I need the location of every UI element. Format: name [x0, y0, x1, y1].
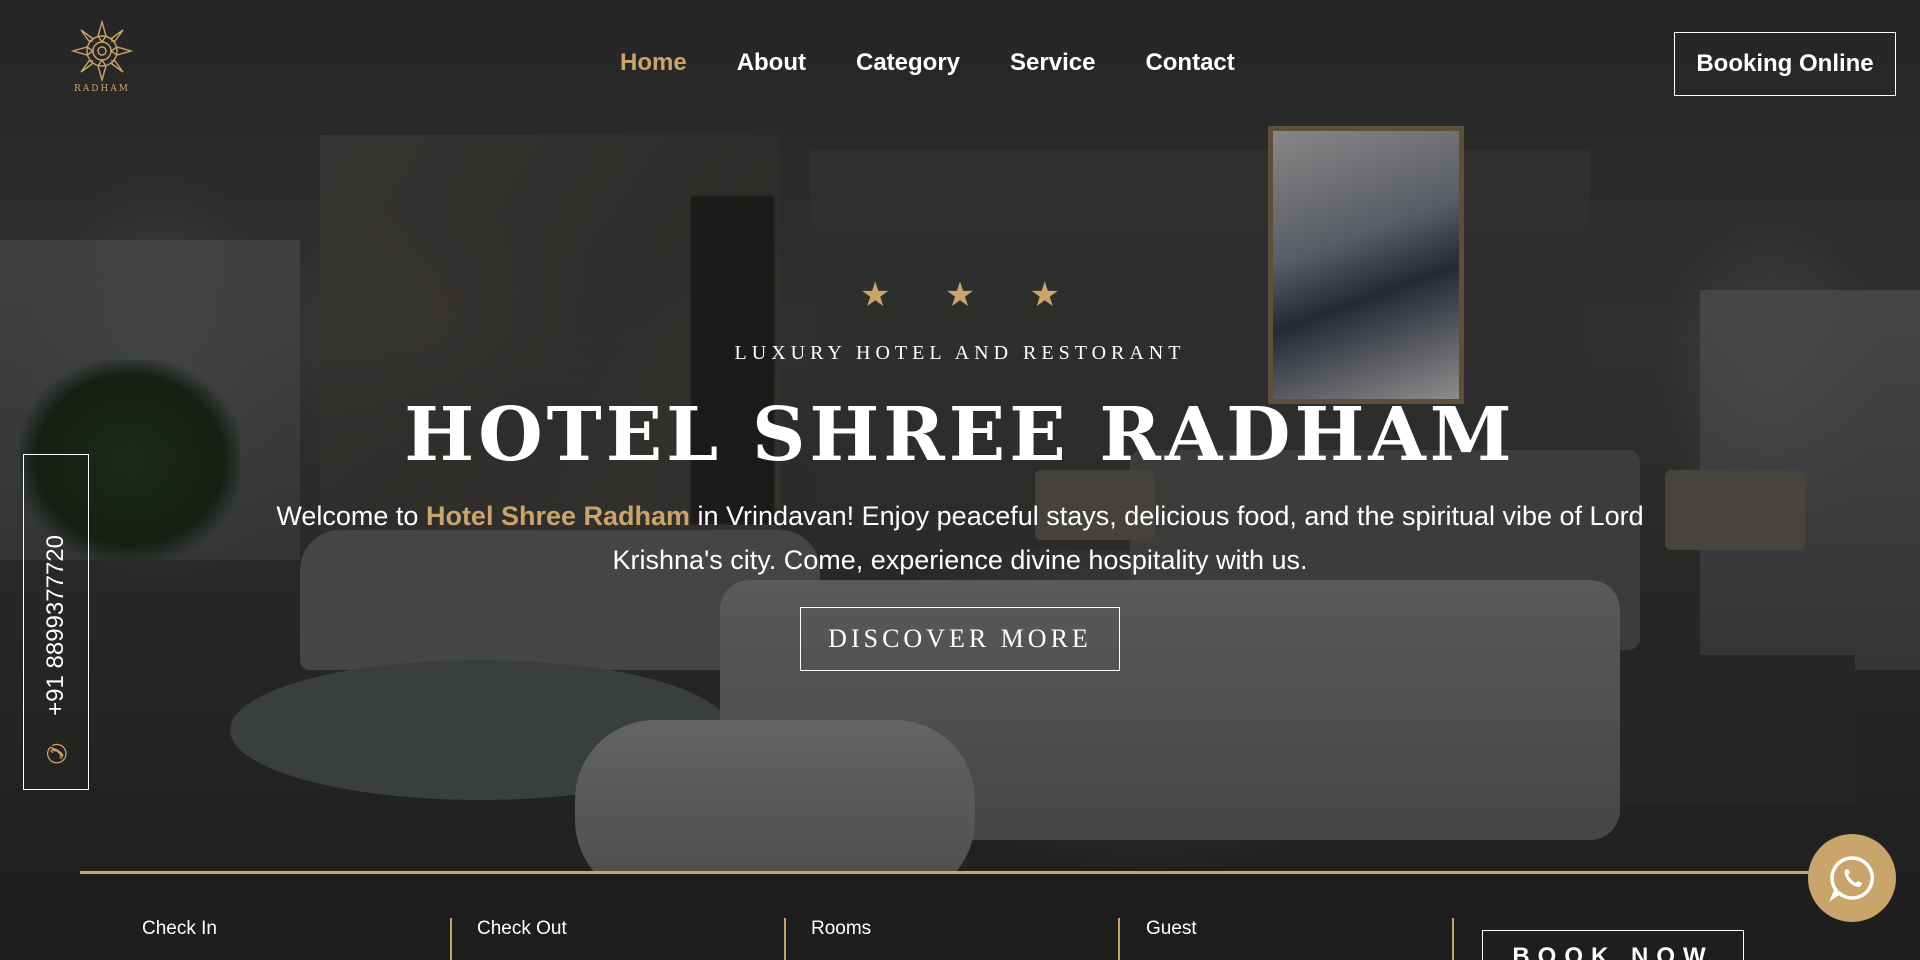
nav-service[interactable]: Service: [1010, 48, 1095, 78]
field-divider: [1118, 918, 1120, 960]
check-out-field[interactable]: Check Out: [477, 918, 567, 940]
mandala-logo-icon: [71, 20, 133, 82]
rooms-field[interactable]: Rooms: [811, 918, 871, 940]
field-divider: [784, 918, 786, 960]
phone-number: +91 8899377720: [42, 535, 69, 716]
star-icon: ★: [860, 275, 891, 315]
site-logo[interactable]: RADHAM: [62, 20, 142, 102]
main-nav: Home About Category Service Contact: [620, 48, 1235, 78]
hero-description: Welcome to Hotel Shree Radham in Vrindav…: [240, 494, 1680, 582]
phone-contact-tab[interactable]: +91 8899377720 ✆: [23, 454, 89, 790]
booking-online-button[interactable]: Booking Online: [1674, 32, 1896, 96]
nav-home[interactable]: Home: [620, 48, 687, 78]
field-divider: [450, 918, 452, 960]
star-icon: ★: [944, 275, 976, 315]
hero-tagline: LUXURY HOTEL AND RESTORANT: [734, 342, 1186, 364]
nav-category[interactable]: Category: [856, 48, 960, 78]
field-divider: [1452, 918, 1454, 960]
check-in-field[interactable]: Check In: [142, 918, 217, 940]
desc-highlight: Hotel Shree Radham: [425, 501, 691, 531]
phone-icon: ✆: [39, 740, 74, 767]
book-now-button[interactable]: BOOK NOW: [1482, 930, 1744, 960]
logo-text: RADHAM: [73, 84, 131, 94]
discover-more-button[interactable]: DISCOVER MORE: [800, 607, 1120, 671]
whatsapp-icon: [1829, 856, 1874, 902]
rating-stars: ★ ★ ★: [860, 278, 1060, 312]
booking-bar: Check In Check Out Rooms Guest BOOK NOW: [80, 871, 1840, 960]
hero-overlay: [0, 0, 1920, 960]
desc-prefix: Welcome to: [276, 501, 426, 531]
nav-about[interactable]: About: [737, 48, 806, 78]
star-icon: ★: [1029, 275, 1060, 315]
desc-suffix: in Vrindavan! Enjoy peaceful stays, deli…: [612, 501, 1644, 575]
hero-title: HOTEL SHREE RADHAM: [404, 392, 1516, 478]
whatsapp-button[interactable]: [1808, 834, 1896, 922]
nav-contact[interactable]: Contact: [1145, 48, 1234, 78]
guest-field[interactable]: Guest: [1146, 918, 1197, 940]
